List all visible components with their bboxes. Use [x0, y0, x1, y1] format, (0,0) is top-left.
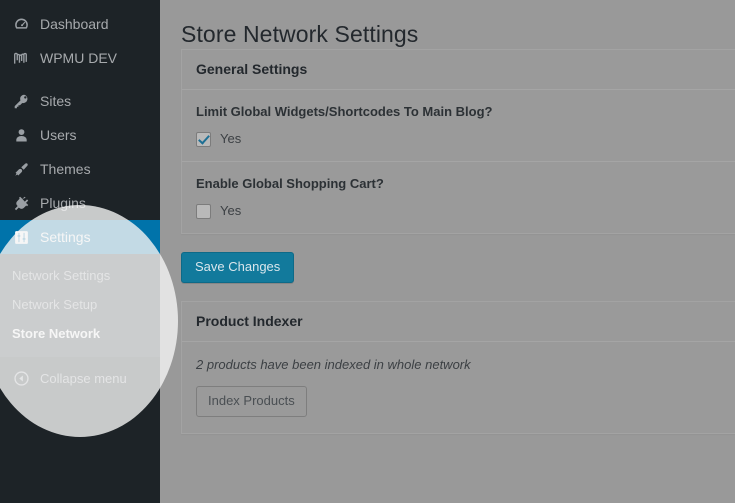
sidebar-item-settings[interactable]: Settings [0, 220, 168, 254]
sidebar-item-label: Themes [40, 161, 91, 177]
sidebar-item-label: Dashboard [40, 16, 109, 32]
page-title: Store Network Settings [181, 21, 419, 47]
plug-icon [11, 193, 31, 213]
submenu-item-network-setup[interactable]: Network Setup [0, 290, 160, 319]
enable-global-cart-checkbox[interactable] [196, 203, 211, 219]
checkbox-label: Yes [220, 203, 242, 218]
checkbox-row[interactable]: Yes [196, 131, 721, 147]
field-label: Enable Global Shopping Cart? [196, 176, 384, 191]
field-limit-global-widgets: Limit Global Widgets/Shortcodes To Main … [182, 90, 735, 162]
key-icon [11, 91, 31, 111]
sidebar-item-dashboard[interactable]: Dashboard [0, 7, 160, 41]
index-products-row: Index Products [182, 373, 735, 433]
admin-screen: Store Network Settings General Settings … [0, 0, 735, 503]
sidebar-item-label: WPMU DEV [40, 50, 117, 66]
collapse-left-arrow-icon [11, 368, 31, 388]
paintbrush-icon [11, 159, 31, 179]
submenu-item-store-network[interactable]: Store Network [0, 319, 160, 348]
sidebar-item-users[interactable]: Users [0, 118, 160, 152]
save-changes-button[interactable]: Save Changes [181, 252, 295, 283]
save-changes-row: Save Changes [160, 234, 735, 301]
field-enable-global-cart: Enable Global Shopping Cart? Yes [182, 162, 735, 233]
product-indexer-header: Product Indexer [182, 302, 735, 342]
checkbox-label: Yes [220, 131, 242, 146]
submenu-item-network-settings[interactable]: Network Settings [0, 261, 160, 290]
sidebar-item-label: Sites [40, 93, 72, 109]
product-indexer-body: 2 products have been indexed in whole ne… [182, 342, 735, 433]
product-indexer-title: Product Indexer [196, 313, 303, 329]
general-settings-header: General Settings [182, 50, 735, 90]
checkbox-row[interactable]: Yes [196, 203, 721, 219]
limit-global-widgets-checkbox[interactable] [196, 131, 211, 147]
general-settings-body: Limit Global Widgets/Shortcodes To Main … [182, 90, 735, 233]
collapse-menu-button[interactable]: Collapse menu [0, 361, 160, 395]
sliders-icon [11, 227, 31, 247]
sidebar-item-themes[interactable]: Themes [0, 152, 160, 186]
product-indexer-panel: Product Indexer 2 products have been ind… [181, 301, 735, 434]
wpmudev-logo-icon [11, 48, 31, 68]
sidebar-menu: Dashboard WPMU DEV Sites Users Themes Pl… [0, 0, 168, 395]
user-icon [11, 125, 31, 145]
sidebar-item-wpmu-dev[interactable]: WPMU DEV [0, 41, 160, 75]
settings-submenu: Network Settings Network Setup Store Net… [0, 254, 160, 357]
sidebar-item-label: Settings [40, 229, 91, 245]
sidebar-item-label: Plugins [40, 195, 86, 211]
field-label: Limit Global Widgets/Shortcodes To Main … [196, 104, 493, 119]
general-settings-panel: General Settings Limit Global Widgets/Sh… [181, 49, 735, 234]
dashboard-gauge-icon [11, 14, 31, 34]
admin-sidebar: Dashboard WPMU DEV Sites Users Themes Pl… [0, 0, 178, 503]
index-products-button[interactable]: Index Products [196, 386, 307, 417]
sidebar-item-plugins[interactable]: Plugins [0, 186, 160, 220]
indexer-status-text: 2 products have been indexed in whole ne… [196, 357, 471, 372]
collapse-menu-label: Collapse menu [40, 370, 127, 386]
general-settings-title: General Settings [196, 61, 308, 77]
sidebar-item-label: Users [40, 127, 77, 143]
sidebar-separator [0, 75, 160, 84]
main-content: Store Network Settings General Settings … [160, 0, 735, 503]
sidebar-item-sites[interactable]: Sites [0, 84, 160, 118]
